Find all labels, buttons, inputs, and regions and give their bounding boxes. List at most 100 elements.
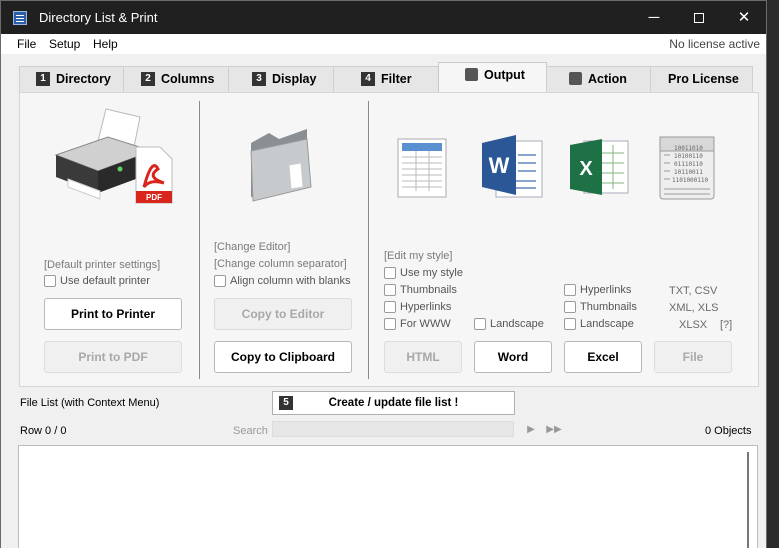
pdf-label: PDF [146, 193, 162, 202]
gear-icon [569, 72, 582, 86]
row-counter: Row 0 / 0 [20, 425, 67, 437]
window-title: Directory List & Print [39, 10, 158, 25]
html-table-icon [394, 135, 450, 201]
checkbox-label: Align column with blanks [230, 275, 351, 287]
word-landscape-checkbox[interactable]: Landscape [474, 318, 544, 330]
checkbox-box [384, 318, 396, 330]
search-input[interactable] [272, 421, 514, 437]
checkbox-box [384, 267, 396, 279]
tab-label: Filter [381, 72, 412, 86]
checkbox-label: Thumbnails [580, 301, 637, 313]
close-button[interactable]: ✕ [721, 1, 767, 34]
for-www-checkbox[interactable]: For WWW [384, 318, 451, 330]
checkbox-box [474, 318, 486, 330]
html-thumbnails-checkbox[interactable]: Thumbnails [384, 284, 457, 296]
create-update-file-list-button[interactable]: 5 Create / update file list ! [272, 391, 515, 415]
objects-count: 0 Objects [705, 425, 752, 437]
file-formats-xml-xls: XML, XLS [669, 302, 719, 314]
excel-thumbnails-checkbox[interactable]: Thumbnails [564, 301, 637, 313]
tab-directory[interactable]: 1 Directory [19, 66, 124, 92]
file-list-label: File List (with Context Menu) [20, 397, 160, 409]
search-last-button[interactable]: ▶▶ [545, 422, 563, 437]
checkbox-box [564, 301, 576, 313]
excel-icon: X [566, 135, 632, 199]
tab-filter[interactable]: 4 Filter [333, 66, 439, 92]
help-hint-link[interactable]: [?] [720, 319, 732, 331]
file-formats-xlsx: XLSX [679, 319, 708, 331]
html-export-button[interactable]: HTML [384, 341, 462, 373]
title-bar: Directory List & Print ─ ✕ [1, 1, 766, 34]
checkbox-label: For WWW [400, 318, 451, 330]
tab-pro-license[interactable]: Pro License [650, 66, 753, 92]
print-to-printer-button[interactable]: Print to Printer [44, 298, 182, 330]
step-number: 5 [279, 396, 293, 410]
checkbox-box [384, 301, 396, 313]
checkbox-label: Landscape [580, 318, 634, 330]
tab-number: 3 [252, 71, 266, 86]
section-divider [368, 101, 369, 379]
print-to-pdf-button[interactable]: Print to PDF [44, 341, 182, 373]
search-label: Search [233, 425, 268, 437]
tab-label: Pro License [668, 72, 739, 86]
checkbox-box [384, 284, 396, 296]
tab-columns[interactable]: 2 Columns [123, 66, 229, 92]
tab-number: 4 [361, 71, 375, 86]
license-status: No license active [669, 37, 760, 51]
maximize-button[interactable] [676, 1, 722, 34]
tab-display[interactable]: 3 Display [228, 66, 334, 92]
tab-number: 2 [141, 71, 155, 86]
tab-label: Columns [161, 72, 215, 86]
text-file-icon: 10011010 10100110 01110110 10110011 1101… [656, 133, 720, 203]
menu-setup[interactable]: Setup [49, 37, 80, 51]
output-panel: PDF [Default printer settings] Use defau… [19, 92, 759, 387]
use-my-style-checkbox[interactable]: Use my style [384, 267, 463, 279]
tab-output[interactable]: Output [438, 62, 547, 93]
maximize-icon [694, 13, 704, 24]
file-formats-txt-csv: TXT, CSV [669, 285, 718, 297]
align-column-with-blanks-checkbox[interactable]: Align column with blanks [214, 275, 350, 287]
edit-my-style-link[interactable]: [Edit my style] [384, 250, 452, 262]
excel-export-button[interactable]: Excel [564, 341, 642, 373]
app-window: Directory List & Print ─ ✕ File Setup He… [0, 0, 767, 548]
checkbox-label: Use my style [400, 267, 463, 279]
copy-to-editor-button[interactable]: Copy to Editor [214, 298, 352, 330]
minimize-button[interactable]: ─ [631, 1, 677, 34]
binary-text: 10011010 10100110 01110110 10110011 1101… [672, 145, 709, 184]
file-export-button[interactable]: File [654, 341, 732, 373]
menu-bar: File Setup Help No license active [1, 34, 766, 54]
default-printer-settings-link[interactable]: [Default printer settings] [44, 259, 160, 271]
checkbox-label: Landscape [490, 318, 544, 330]
word-icon: W [478, 133, 548, 201]
output-doc-icon [465, 68, 478, 82]
excel-hyperlinks-checkbox[interactable]: Hyperlinks [564, 284, 631, 296]
html-hyperlinks-checkbox[interactable]: Hyperlinks [384, 301, 451, 313]
checkbox-box [44, 275, 56, 287]
change-editor-link[interactable]: [Change Editor] [214, 241, 290, 253]
checkbox-label: Thumbnails [400, 284, 457, 296]
checkbox-label: Hyperlinks [580, 284, 632, 296]
checkbox-box [564, 318, 576, 330]
search-next-button[interactable]: ▶ [522, 422, 540, 437]
excel-landscape-checkbox[interactable]: Landscape [564, 318, 634, 330]
checkbox-box [564, 284, 576, 296]
menu-file[interactable]: File [17, 37, 36, 51]
checkbox-label: Hyperlinks [400, 301, 452, 313]
vertical-scrollbar[interactable] [747, 452, 749, 548]
checkbox-box [214, 275, 226, 287]
tab-label: Action [588, 72, 627, 86]
word-export-button[interactable]: Word [474, 341, 552, 373]
menu-help[interactable]: Help [93, 37, 118, 51]
excel-letter: X [579, 158, 593, 180]
copy-to-clipboard-button[interactable]: Copy to Clipboard [214, 341, 352, 373]
tab-label: Display [272, 72, 317, 86]
section-divider [199, 101, 200, 379]
file-list-area[interactable] [18, 445, 758, 548]
use-default-printer-checkbox[interactable]: Use default printer [44, 275, 150, 287]
tab-number: 1 [36, 71, 50, 86]
checkbox-label: Use default printer [60, 275, 150, 287]
printer-pdf-icon: PDF [48, 107, 178, 207]
tab-label: Output [484, 68, 525, 82]
word-letter: W [489, 153, 510, 178]
change-column-separator-link[interactable]: [Change column separator] [214, 258, 347, 270]
tab-action[interactable]: Action [546, 66, 651, 92]
